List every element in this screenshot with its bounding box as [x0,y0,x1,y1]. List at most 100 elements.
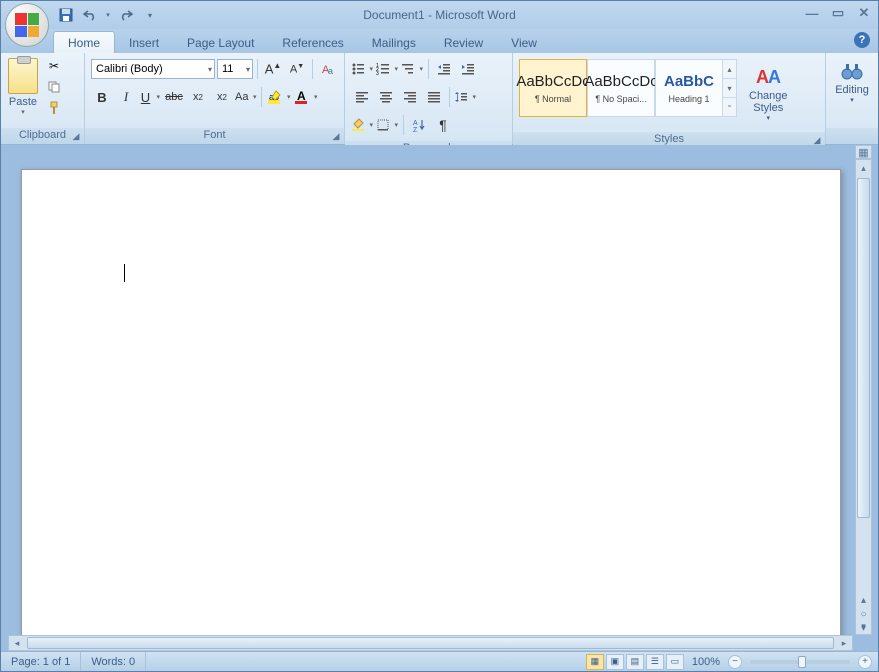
view-outline[interactable]: ☰ [646,654,664,670]
style-heading-1[interactable]: AaBbC Heading 1 [655,59,723,117]
shrink-font-button[interactable]: A▼ [286,58,308,80]
grow-font-button[interactable]: A▲ [262,58,284,80]
save-button[interactable] [55,5,77,25]
zoom-out-button[interactable]: − [728,655,742,669]
clipboard-launcher[interactable]: ◢ [70,130,82,142]
cut-button[interactable]: ✂ [44,56,64,76]
gallery-down[interactable]: ▾ [723,78,736,97]
hscroll-thumb[interactable] [27,637,834,649]
subscript-button[interactable]: x2 [187,86,209,108]
font-color-button[interactable]: A [293,86,318,108]
scroll-right[interactable]: ▸ [836,636,852,650]
change-case-button[interactable]: Aa [235,86,257,108]
font-size-combo[interactable]: 11▾ [217,59,253,79]
justify-button[interactable] [423,86,445,108]
paint-bucket-icon [351,118,365,132]
page[interactable] [21,169,841,635]
tab-mailings[interactable]: Mailings [358,32,430,53]
tab-references[interactable]: References [268,32,357,53]
help-button[interactable]: ? [854,32,870,48]
show-marks-button[interactable]: ¶ [432,114,454,136]
browse-object[interactable]: ○ [855,607,872,621]
window-controls: ― ▭ ✕ [802,5,874,21]
change-styles-button[interactable]: AA Change Styles ▾ [743,59,794,126]
status-bar: Page: 1 of 1 Words: 0 ▦ ▣ ▤ ☰ ▭ 100% − + [1,651,878,671]
sort-button[interactable]: AZ [408,114,430,136]
outdent-icon [437,62,451,76]
redo-button[interactable] [115,5,137,25]
quick-access-toolbar: ▾ ▾ [55,5,161,25]
zoom-slider[interactable] [750,660,850,664]
scroll-left[interactable]: ◂ [9,636,25,650]
tab-home[interactable]: Home [53,31,115,53]
status-words[interactable]: Words: 0 [81,652,146,671]
bullets-button[interactable] [351,58,374,80]
change-styles-icon: AA [754,63,782,89]
zoom-in-button[interactable]: + [858,655,872,669]
multilevel-button[interactable] [401,58,424,80]
align-left-button[interactable] [351,86,373,108]
borders-icon [376,118,390,132]
undo-button[interactable] [79,5,101,25]
copy-button[interactable] [44,77,64,97]
ruler-toggle[interactable]: ▦ [855,145,872,159]
tab-view[interactable]: View [497,32,551,53]
gallery-up[interactable]: ▴ [723,60,736,78]
style-no-spacing[interactable]: AaBbCcDc ¶ No Spaci... [587,59,655,117]
view-draft[interactable]: ▭ [666,654,684,670]
style-normal[interactable]: AaBbCcDc ¶ Normal [519,59,587,117]
clear-formatting-button[interactable]: Aa [317,58,339,80]
paste-button[interactable]: Paste ▾ [5,56,41,118]
strikethrough-button[interactable]: abc [163,86,185,108]
gallery-more[interactable]: ⁼ [723,97,736,116]
borders-button[interactable] [376,114,399,136]
numbering-button[interactable]: 123 [376,58,399,80]
zoom-thumb[interactable] [798,656,806,668]
zoom-level[interactable]: 100% [692,656,720,668]
tab-page-layout[interactable]: Page Layout [173,32,268,53]
align-center-button[interactable] [375,86,397,108]
font-launcher[interactable]: ◢ [330,130,342,142]
highlight-button[interactable]: ab [266,86,291,108]
font-label: Font◢ [85,128,344,144]
align-right-button[interactable] [399,86,421,108]
shading-button[interactable] [351,114,374,136]
bold-button[interactable]: B [91,86,113,108]
italic-button[interactable]: I [115,86,137,108]
align-center-icon [379,90,393,104]
format-painter-button[interactable] [44,98,64,118]
tab-insert[interactable]: Insert [115,32,173,53]
vertical-scrollbar[interactable]: ▴ ▾ [855,159,872,635]
view-web-layout[interactable]: ▤ [626,654,644,670]
document-area: ▦ ▴ ▾ ▴ ○ ▾ ◂ ▸ [4,145,875,651]
undo-dropdown[interactable]: ▾ [103,5,113,25]
view-full-screen[interactable]: ▣ [606,654,624,670]
horizontal-scrollbar[interactable]: ◂ ▸ [8,635,853,651]
office-button[interactable] [5,3,49,47]
increase-indent-button[interactable] [457,58,479,80]
prev-page[interactable]: ▴ [855,593,872,607]
editing-button[interactable]: Editing ▾ [829,56,875,108]
indent-icon [461,62,475,76]
minimize-button[interactable]: ― [802,5,822,21]
line-spacing-button[interactable] [454,86,477,108]
status-page[interactable]: Page: 1 of 1 [1,652,81,671]
close-button[interactable]: ✕ [854,5,874,21]
ribbon-tabs: Home Insert Page Layout References Maili… [1,29,878,53]
editing-label [826,128,878,144]
scroll-up[interactable]: ▴ [856,160,871,176]
decrease-indent-button[interactable] [433,58,455,80]
view-print-layout[interactable]: ▦ [586,654,604,670]
qat-customize[interactable]: ▾ [139,5,161,25]
align-left-icon [355,90,369,104]
tab-review[interactable]: Review [430,32,497,53]
font-name-combo[interactable]: Calibri (Body)▾ [91,59,215,79]
svg-text:Z: Z [413,127,418,132]
next-page[interactable]: ▾ [855,621,872,635]
maximize-button[interactable]: ▭ [828,5,848,21]
underline-button[interactable]: U [139,86,161,108]
vscroll-thumb[interactable] [857,178,870,518]
superscript-button[interactable]: x2 [211,86,233,108]
document-viewport[interactable] [8,159,853,635]
styles-gallery-scroll: ▴ ▾ ⁼ [723,59,737,117]
